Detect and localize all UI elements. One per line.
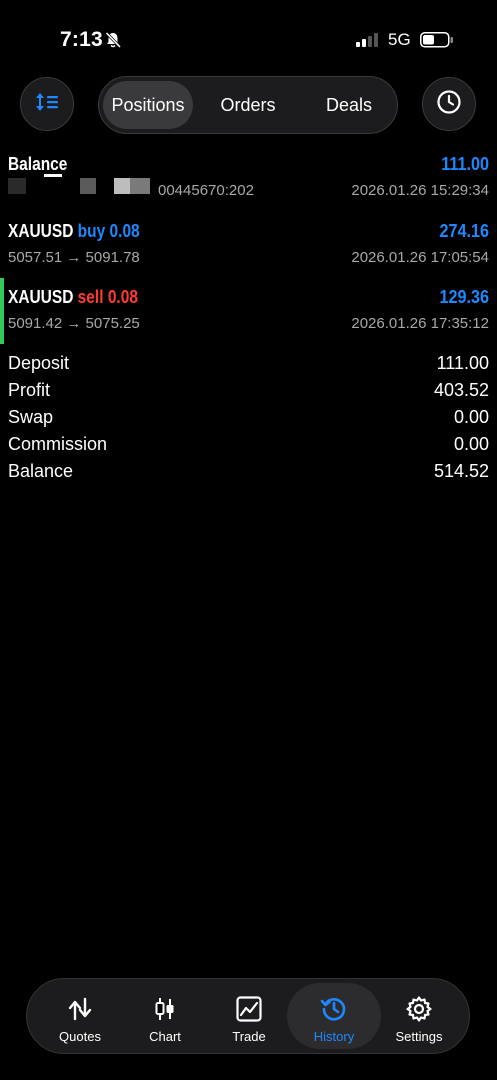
deal-prices: 5057.51 → 5091.78 — [8, 249, 140, 266]
deal-symbol: XAUUSD — [8, 287, 74, 307]
sort-icon — [34, 91, 60, 118]
summary-label: Deposit — [8, 353, 70, 373]
clock-icon — [436, 89, 462, 120]
deal-date: 2026.01.26 17:05:54 — [351, 249, 489, 266]
tab-label: Chart — [149, 1029, 181, 1044]
summary-label: Swap — [8, 407, 54, 427]
deal-volume: 0.08 — [107, 287, 138, 307]
deal-profit: 274.16 — [439, 221, 489, 241]
tab-quotes[interactable]: Quotes — [35, 983, 125, 1049]
status-bar: 7:13 5G — [0, 0, 497, 80]
deal-date: 2026.01.26 15:29:34 — [351, 182, 489, 199]
summary-value: 514.52 — [433, 461, 489, 481]
bottom-tab-bar: Quotes Chart Trade History Settings — [26, 978, 470, 1054]
redacted-block — [114, 178, 130, 194]
deal-prices: 5091.42 → 5075.25 — [8, 315, 140, 332]
summary-deposit: Deposit 111.00 — [8, 353, 489, 374]
deal-side: buy — [77, 221, 106, 241]
tab-label: Trade — [232, 1029, 266, 1044]
tab-orders[interactable]: Orders — [203, 81, 293, 129]
cellular-signal-icon — [356, 33, 380, 52]
tab-history[interactable]: History — [287, 983, 381, 1049]
summary-swap: Swap 0.00 — [8, 407, 489, 428]
tab-settings[interactable]: Settings — [374, 983, 464, 1049]
gear-icon — [405, 995, 433, 1023]
segmented-control: Positions Orders Deals — [98, 76, 398, 134]
sort-button[interactable] — [20, 77, 74, 131]
summary-label: Commission — [8, 434, 108, 454]
bell-muted-icon — [104, 31, 122, 54]
deal-row-buy[interactable]: XAUUSD buy 0.08 274.16 5057.51 → 5091.78… — [0, 217, 497, 271]
deal-symbol-line: XAUUSD sell 0.08 — [8, 287, 138, 308]
summary-value: 403.52 — [433, 380, 489, 400]
redacted-block — [8, 178, 26, 194]
summary-value: 0.00 — [453, 434, 489, 454]
status-time: 7:13 — [60, 28, 103, 51]
line-chart-icon — [235, 995, 263, 1023]
quotes-arrows-icon — [66, 995, 94, 1023]
deal-title: Balance — [8, 154, 68, 174]
tab-positions[interactable]: Positions — [103, 81, 193, 129]
deal-profit: 129.36 — [439, 287, 489, 307]
deal-symbol: XAUUSD — [8, 221, 74, 241]
deal-row-balance[interactable]: Balance 111.00 00445670:202 2026.01.26 1… — [0, 150, 497, 204]
deal-row-sell[interactable]: XAUUSD sell 0.08 129.36 5091.42 → 5075.2… — [0, 283, 497, 337]
candlestick-icon — [151, 995, 179, 1023]
deal-volume: 0.08 — [109, 221, 140, 241]
tab-label: History — [313, 1029, 355, 1044]
summary-label: Balance — [8, 461, 74, 481]
battery-icon — [420, 32, 454, 53]
deal-id: 00445670:202 — [158, 182, 254, 199]
tab-chart[interactable]: Chart — [120, 983, 210, 1049]
summary-commission: Commission 0.00 — [8, 434, 489, 455]
summary-value: 111.00 — [436, 353, 489, 373]
summary-balance: Balance 514.52 — [8, 461, 489, 482]
tab-trade[interactable]: Trade — [204, 983, 294, 1049]
redacted-block — [80, 178, 96, 194]
summary-label: Profit — [8, 380, 51, 400]
network-type: 5G — [388, 30, 411, 49]
summary-value: 0.00 — [453, 407, 489, 427]
history-icon — [320, 995, 348, 1023]
deal-symbol-line: XAUUSD buy 0.08 — [8, 221, 140, 242]
tab-label: Quotes — [59, 1029, 101, 1044]
tab-label: Settings — [395, 1029, 443, 1044]
deal-side: sell — [77, 287, 104, 307]
deal-date: 2026.01.26 17:35:12 — [351, 315, 489, 332]
redacted-block — [44, 174, 62, 177]
period-button[interactable] — [422, 77, 476, 131]
summary-profit: Profit 403.52 — [8, 380, 489, 401]
redacted-block — [130, 178, 150, 194]
tab-deals[interactable]: Deals — [303, 81, 395, 129]
deal-amount: 111.00 — [441, 154, 489, 174]
